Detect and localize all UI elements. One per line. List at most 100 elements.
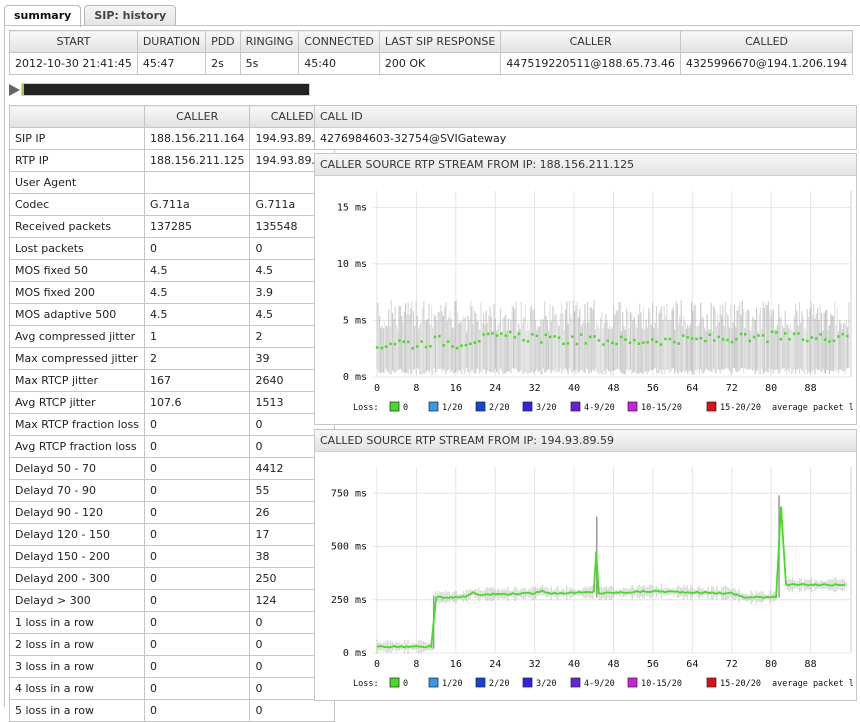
y-tick-label: 250 ms — [331, 595, 367, 606]
metric: 4 loss in a row — [9, 677, 145, 700]
stats-row: Lost packets 0 0 — [9, 237, 335, 260]
y-tick-label: 0 ms — [343, 648, 367, 659]
stats-row: 5 loss in a row 0 0 — [9, 699, 335, 722]
caller-rtp-title: CALLER SOURCE RTP STREAM FROM IP: 188.15… — [315, 154, 856, 176]
avg-delay-point — [429, 345, 432, 348]
metric: MOS fixed 200 — [9, 281, 145, 304]
metric: Delayd 120 - 150 — [9, 523, 145, 546]
play-icon[interactable] — [9, 84, 20, 96]
legend-label: 0 — [403, 403, 408, 413]
x-tick-label: 80 — [765, 383, 777, 394]
legend-swatch — [428, 401, 439, 412]
avg-delay-point — [602, 343, 605, 346]
avg-delay-point — [411, 346, 414, 350]
legend-swatch — [522, 677, 533, 688]
x-tick-label: 80 — [765, 659, 777, 670]
avg-delay-point — [579, 333, 583, 336]
x-tick-label: 16 — [450, 659, 462, 670]
legend-title: Loss: — [353, 679, 379, 689]
called-cell: 4325996670@194.1.206.194 — [679, 52, 854, 75]
playback-position-handle[interactable] — [22, 84, 24, 95]
metric: Delayd 150 - 200 — [9, 545, 145, 568]
avg-delay-point — [717, 335, 720, 339]
avg-delay-point — [477, 340, 481, 343]
stats-row: 3 loss in a row 0 0 — [9, 655, 335, 678]
metric: Delayd > 300 — [9, 589, 145, 612]
legend-label: 15-20/20 — [720, 403, 761, 413]
metric: Avg RTCP jitter — [9, 391, 145, 414]
avg-delay-point — [566, 342, 570, 345]
avg-delay-point — [473, 341, 477, 344]
metric: 1 loss in a row — [9, 611, 145, 634]
avg-delay-point — [495, 334, 499, 337]
caller-value: 137285 — [143, 215, 251, 238]
called-value: 0 — [249, 699, 335, 722]
x-tick-label: 40 — [568, 659, 580, 670]
avg-delay-point — [761, 334, 765, 337]
legend-swatch — [570, 677, 581, 688]
called-rtp-title: CALLED SOURCE RTP STREAM FROM IP: 194.93… — [315, 430, 856, 452]
caller-value: 107.6 — [143, 391, 251, 414]
avg-delay-point — [464, 343, 468, 347]
avg-delay-point — [766, 340, 769, 344]
x-tick-label: 40 — [568, 383, 580, 394]
pdd-cell: 2s — [205, 52, 241, 75]
metric: Delayd 200 - 300 — [9, 567, 145, 590]
tab-summary[interactable]: summary — [4, 5, 82, 27]
caller-value: 1 — [143, 325, 251, 348]
avg-delay-point — [681, 334, 685, 337]
avg-delay-point — [535, 334, 539, 338]
avg-delay-point — [438, 334, 441, 338]
column-header: DURATION — [136, 30, 207, 53]
avg-delay-point — [451, 345, 454, 348]
content-border — [4, 25, 5, 707]
avg-delay-point — [380, 346, 383, 350]
metric: Delayd 50 - 70 — [9, 457, 145, 480]
y-tick-label: 0 ms — [343, 372, 367, 383]
stats-row: Delayd > 300 0 124 — [9, 589, 335, 612]
metric: Max RTCP jitter — [9, 369, 145, 392]
avg-delay-point — [690, 337, 694, 340]
legend-swatch — [475, 677, 486, 688]
tab-bar: summary SIP: history — [4, 5, 179, 27]
caller-value: 0 — [143, 677, 251, 700]
tab-sip-history[interactable]: SIP: history — [84, 5, 177, 26]
avg-delay-point — [562, 342, 565, 346]
stats-row: Avg RTCP fraction loss 0 0 — [9, 435, 335, 458]
legend-label: 1/20 — [442, 679, 462, 689]
caller-value: 0 — [143, 501, 251, 524]
avg-delay-point — [593, 335, 596, 338]
avg-delay-point — [575, 342, 579, 346]
stats-row: Delayd 90 - 120 0 26 — [9, 501, 335, 524]
caller-value: 188.156.211.164 — [143, 127, 251, 150]
called-rtp-chart: 0 8 16 24 32 40 48 56 64 72 80 880 ms250 ms500 ms75… — [331, 467, 854, 689]
avg-delay-point — [832, 339, 836, 342]
avg-delay-point — [841, 332, 845, 336]
avg-delay-point — [801, 338, 805, 341]
call-summary-row: 2012-10-30 21:41:45 45:47 2s 5s 45:40 20… — [9, 52, 854, 75]
avg-delay-point — [606, 339, 610, 343]
avg-delay-point — [797, 332, 800, 335]
metric: User Agent — [9, 171, 145, 194]
metric: Avg compressed jitter — [9, 325, 145, 348]
avg-delay-point — [704, 339, 707, 343]
call-id-label: CALL ID — [315, 106, 856, 128]
avg-delay-point — [504, 334, 508, 337]
avg-delay-point — [650, 338, 654, 341]
playback-track[interactable] — [21, 83, 310, 96]
avg-delay-point — [491, 332, 494, 335]
stats-row: Delayd 200 - 300 0 250 — [9, 567, 335, 590]
avg-delay-line — [376, 506, 846, 649]
legend-label: 10-15/20 — [641, 403, 682, 413]
stats-row: Delayd 70 - 90 0 55 — [9, 479, 335, 502]
avg-delay-point — [540, 341, 543, 344]
legend-swatch — [428, 677, 439, 688]
avg-delay-point — [699, 336, 703, 340]
last-sip-response-cell: 200 OK — [378, 52, 502, 75]
legend-swatch — [706, 677, 717, 688]
caller-rtp-chart: 0 8 16 24 32 40 48 56 64 72 80 880 ms5 ms10 ms15 ms… — [337, 191, 854, 413]
stats-row: Avg compressed jitter 1 2 — [9, 325, 335, 348]
stats-row: MOS fixed 50 4.5 4.5 — [9, 259, 335, 282]
caller-value: 4.5 — [143, 281, 251, 304]
avg-delay-point — [455, 346, 459, 350]
